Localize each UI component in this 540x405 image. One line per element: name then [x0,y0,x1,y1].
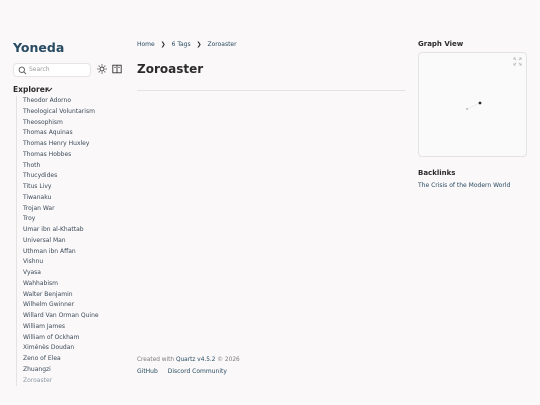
explorer-item[interactable]: Thomas Aquinas [23,128,126,139]
explorer-item[interactable]: Troy [23,214,126,225]
explorer-item[interactable]: William of Ockham [23,333,126,344]
discord-link[interactable]: Discord Community [168,368,227,375]
footer-credit: Created with Quartz v4.5.2 © 2026 [137,357,240,363]
explorer-item[interactable]: Theosophism [23,118,126,129]
search-placeholder: Search [29,66,50,73]
explorer-item[interactable]: Thucydides [23,171,126,182]
search-bar[interactable]: Search [13,63,91,77]
explorer-item[interactable]: Uthman ibn Affan [23,247,126,258]
explorer-item[interactable]: Willard Van Orman Quine [23,311,126,322]
chevron-down-icon [45,87,53,92]
explorer-item[interactable]: Trojan War [23,204,126,215]
explorer-tree: Theodor Adorno Theological Voluntarism T… [16,96,126,387]
backlinks-title: Backlinks [418,169,456,177]
explorer-item[interactable]: Vishnu [23,257,126,268]
breadcrumb-separator-icon: ❯ [160,41,166,48]
quartz-link[interactable]: Quartz v4.5.2 [176,357,216,363]
footer-links: GitHub Discord Community [137,368,235,375]
graph-node [478,101,482,105]
breadcrumb-tags[interactable]: 6 Tags [172,41,191,48]
breadcrumb: Home ❯ 6 Tags ❯ Zoroaster [137,41,241,48]
explorer-item[interactable]: Umar ibn al-Khattab [23,225,126,236]
breadcrumb-current[interactable]: Zoroaster [207,41,236,48]
explorer-item[interactable]: Wilhelm Gwinner [23,300,126,311]
backlink-item[interactable]: The Crisis of the Modern World [418,182,510,189]
graph-title: Graph View [418,40,464,48]
site-title[interactable]: Yoneda [13,40,64,55]
explorer-item[interactable]: Vyasa [23,268,126,279]
sun-icon[interactable] [97,64,107,74]
graph-view[interactable] [418,52,527,157]
explorer-item[interactable]: Zeno of Elea [23,354,126,365]
footer-year: © 2026 [217,357,240,363]
explorer-item[interactable]: Universal Man [23,236,126,247]
breadcrumb-separator-icon: ❯ [196,41,202,48]
main-content: Home ❯ 6 Tags ❯ Zoroaster Zoroaster Crea… [137,0,405,405]
footer-created-prefix: Created with [137,357,175,363]
explorer-item[interactable]: Walter Benjamin [23,290,126,301]
left-sidebar: Yoneda Search Explorer Theodor Adorno Th… [0,0,125,405]
explorer-item[interactable]: Thomas Henry Huxley [23,139,126,150]
explorer-item[interactable]: Thoth [23,161,126,172]
explorer-item[interactable]: Wahhabism [23,279,126,290]
github-link[interactable]: GitHub [137,368,158,375]
explorer-item[interactable]: William James [23,322,126,333]
graph-edge [466,102,481,110]
explorer-item[interactable]: Ximénès Doudan [23,343,126,354]
breadcrumb-home[interactable]: Home [137,41,155,48]
explorer-toggle[interactable]: Explorer [13,85,53,94]
explorer-item[interactable]: Tiwanaku [23,193,126,204]
explorer-item[interactable]: Titus Livy [23,182,126,193]
explorer-title: Explorer [13,85,49,94]
search-icon [18,66,27,75]
graph-nodes [465,101,482,111]
right-sidebar: Graph View Backlinks The Crisis of the M… [418,0,528,405]
explorer-item[interactable]: Theodor Adorno [23,96,126,107]
book-icon[interactable] [112,64,122,74]
explorer-item-active[interactable]: Zoroaster [23,376,126,387]
explorer-item[interactable]: Theological Voluntarism [23,107,126,118]
graph-node [465,107,469,111]
explorer-item[interactable]: Thomas Hobbes [23,150,126,161]
divider [137,90,405,91]
page-title: Zoroaster [137,62,204,76]
explorer-item[interactable]: Zhuangzi [23,365,126,376]
